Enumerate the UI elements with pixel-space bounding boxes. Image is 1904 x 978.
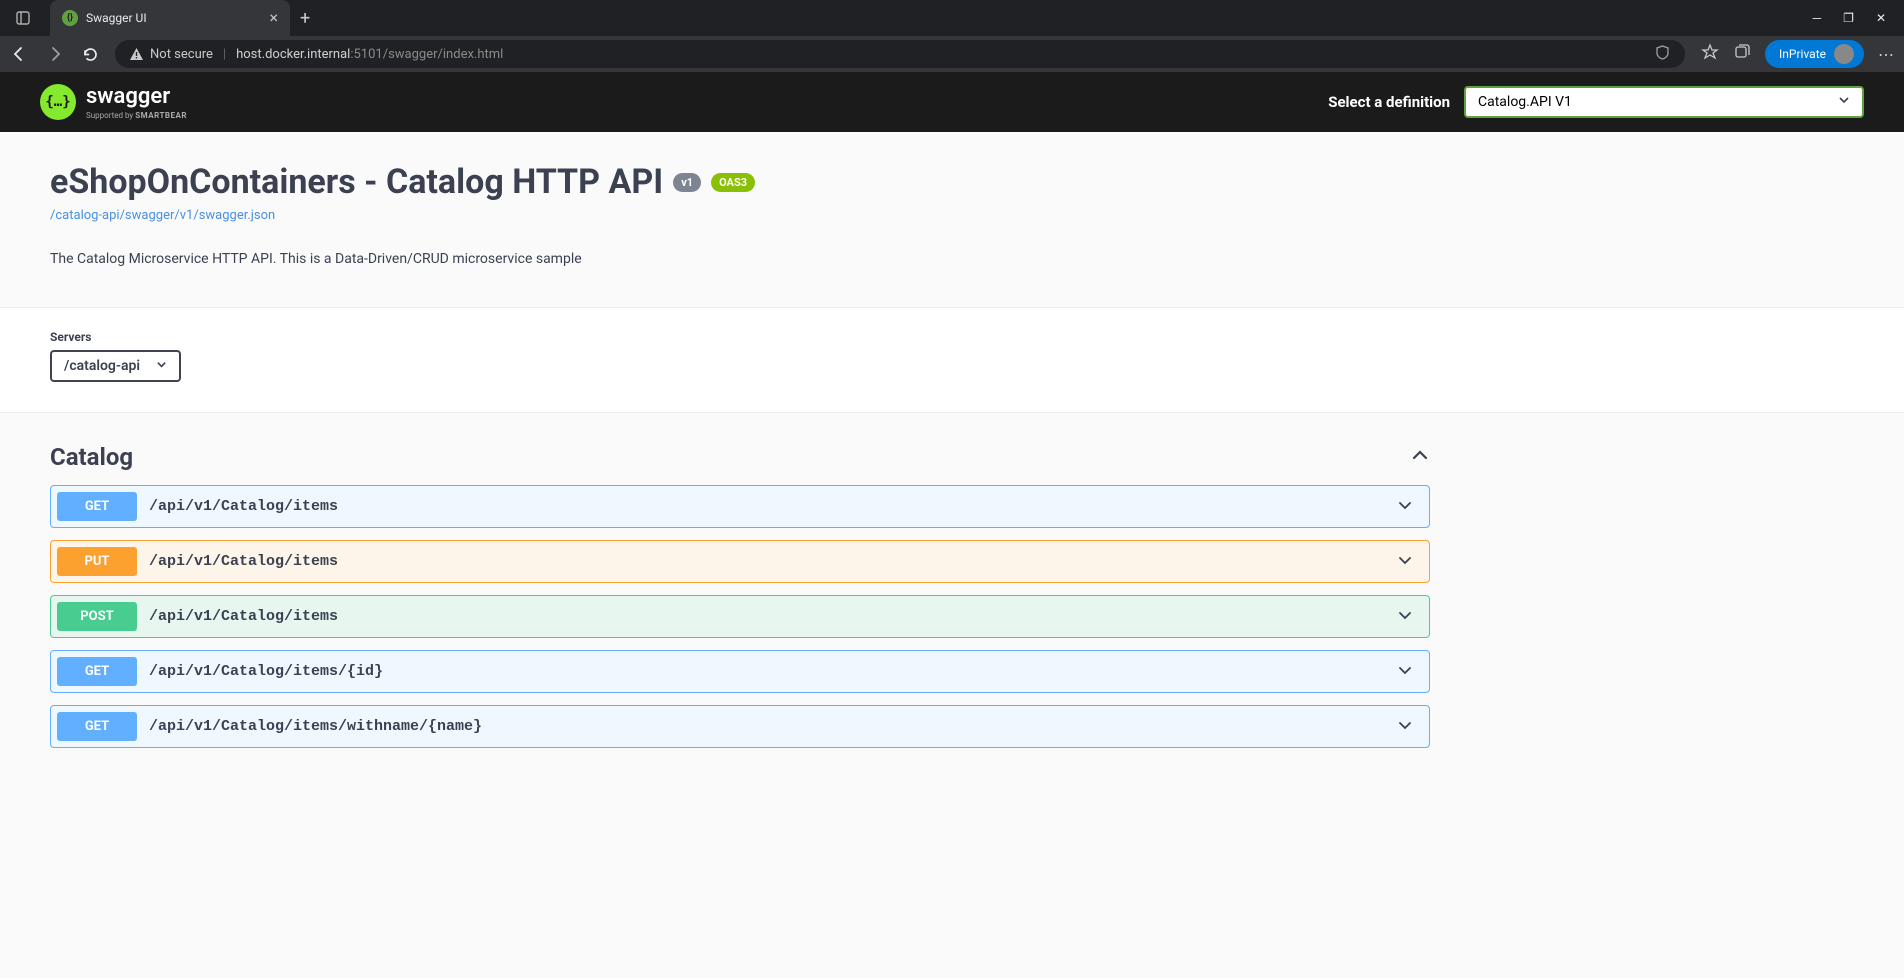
definition-select[interactable]: Catalog.API V1 [1464, 86, 1864, 118]
operation-path: /api/v1/Catalog/items/{id} [149, 663, 1397, 680]
servers-value: /catalog-api [64, 358, 140, 374]
operation-path: /api/v1/Catalog/items [149, 608, 1397, 625]
definition-select-label: Select a definition [1328, 93, 1450, 111]
spec-link[interactable]: /catalog-api/swagger/v1/swagger.json [50, 208, 275, 223]
tab-actions-icon [16, 11, 30, 25]
url-text: host.docker.internal:5101/swagger/index.… [236, 47, 503, 62]
operation-path: /api/v1/Catalog/items [149, 553, 1397, 570]
browser-toolbar: Not secure | host.docker.internal:5101/s… [0, 36, 1904, 72]
operation-path: /api/v1/Catalog/items [149, 498, 1397, 515]
address-bar[interactable]: Not secure | host.docker.internal:5101/s… [115, 40, 1685, 68]
swagger-logo-subtitle: Supported by SMARTBEAR [86, 111, 187, 120]
api-title: eShopOnContainers - Catalog HTTP API v1 … [50, 162, 1410, 202]
swagger-logo-text: swagger [86, 84, 187, 109]
more-menu-button[interactable]: ⋯ [1878, 45, 1894, 64]
api-description: The Catalog Microservice HTTP API. This … [50, 251, 1410, 267]
back-button[interactable] [10, 45, 28, 63]
tab-close-button[interactable]: × [269, 10, 278, 26]
api-info-section: eShopOnContainers - Catalog HTTP API v1 … [0, 132, 1460, 307]
chevron-up-icon [1410, 445, 1430, 469]
operations-section: Catalog GET/api/v1/Catalog/itemsPUT/api/… [0, 413, 1480, 780]
favorites-icon[interactable] [1701, 43, 1719, 65]
oas-badge: OAS3 [711, 173, 755, 192]
method-badge: PUT [57, 547, 137, 576]
servers-select[interactable]: /catalog-api [50, 350, 181, 382]
forward-button[interactable] [46, 45, 64, 63]
method-badge: GET [57, 712, 137, 741]
chevron-down-icon [1397, 607, 1413, 627]
browser-tab-strip: {} Swagger UI × + ─ ❐ ✕ [0, 0, 1904, 36]
reading-mode-icon[interactable] [1654, 44, 1671, 65]
version-badge: v1 [673, 173, 701, 192]
tab-title: Swagger UI [86, 11, 261, 25]
window-maximize-button[interactable]: ❐ [1843, 11, 1854, 25]
swagger-logo[interactable]: {…} swagger Supported by SMARTBEAR [40, 84, 187, 120]
chevron-down-icon [1397, 662, 1413, 682]
profile-avatar-icon [1834, 44, 1854, 64]
security-text: Not secure [150, 47, 213, 62]
swagger-topbar: {…} swagger Supported by SMARTBEAR Selec… [0, 72, 1904, 132]
method-badge: POST [57, 602, 137, 631]
inprivate-label: InPrivate [1779, 47, 1826, 61]
servers-label: Servers [50, 330, 1854, 344]
chevron-down-icon [1397, 552, 1413, 572]
browser-tab[interactable]: {} Swagger UI × [50, 0, 290, 36]
tag-name: Catalog [50, 443, 133, 471]
operation-row[interactable]: PUT/api/v1/Catalog/items [50, 540, 1430, 583]
new-tab-button[interactable]: + [300, 8, 310, 29]
url-divider: | [223, 47, 226, 62]
method-badge: GET [57, 492, 137, 521]
operation-path: /api/v1/Catalog/items/withname/{name} [149, 718, 1397, 735]
operation-row[interactable]: GET/api/v1/Catalog/items/{id} [50, 650, 1430, 693]
tag-header[interactable]: Catalog [50, 433, 1430, 485]
window-minimize-button[interactable]: ─ [1813, 11, 1822, 25]
tab-actions-button[interactable] [0, 0, 46, 36]
swagger-logo-icon: {…} [40, 84, 76, 120]
tab-favicon-icon: {} [62, 10, 78, 26]
inprivate-badge[interactable]: InPrivate [1765, 40, 1864, 68]
operations-list: GET/api/v1/Catalog/itemsPUT/api/v1/Catal… [50, 485, 1430, 748]
window-close-button[interactable]: ✕ [1876, 11, 1886, 25]
chevron-down-icon [156, 358, 167, 374]
security-indicator[interactable]: Not secure [129, 47, 213, 62]
operation-row[interactable]: GET/api/v1/Catalog/items [50, 485, 1430, 528]
chevron-down-icon [1397, 497, 1413, 517]
operation-row[interactable]: POST/api/v1/Catalog/items [50, 595, 1430, 638]
collections-icon[interactable] [1733, 43, 1751, 65]
refresh-button[interactable] [82, 46, 99, 63]
chevron-down-icon [1838, 94, 1850, 110]
method-badge: GET [57, 657, 137, 686]
warning-icon [129, 47, 144, 62]
chevron-down-icon [1397, 717, 1413, 737]
definition-value: Catalog.API V1 [1478, 94, 1572, 110]
servers-section: Servers /catalog-api [0, 307, 1904, 413]
operation-row[interactable]: GET/api/v1/Catalog/items/withname/{name} [50, 705, 1430, 748]
